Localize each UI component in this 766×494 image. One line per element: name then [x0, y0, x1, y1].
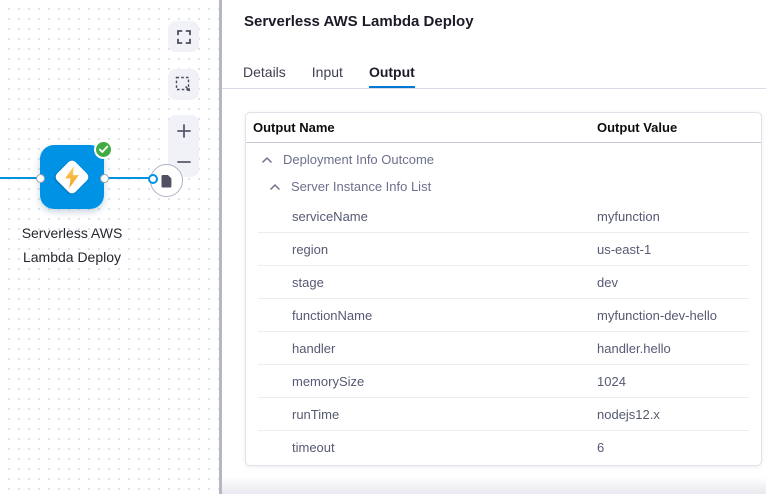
fit-to-screen-button[interactable] — [168, 21, 199, 52]
panel-tabs: Details Input Output — [243, 55, 415, 89]
tabbar-divider — [222, 88, 766, 89]
group-label: Server Instance Info List — [291, 179, 431, 194]
output-value-cell: myfunction-dev-hello — [597, 308, 717, 323]
output-name-cell: serviceName — [246, 209, 368, 224]
table-row: memorySize 1024 — [246, 365, 761, 398]
edge-add-port[interactable] — [148, 174, 158, 184]
marquee-select-icon — [175, 76, 192, 93]
output-value-cell: nodejs12.x — [597, 407, 660, 422]
node-label: Serverless AWS Lambda Deploy — [8, 221, 136, 269]
chevron-up-icon — [270, 184, 280, 190]
output-value-cell: handler.hello — [597, 341, 671, 356]
output-name-cell: functionName — [246, 308, 372, 323]
table-row: functionName myfunction-dev-hello — [246, 299, 761, 332]
output-name-cell: runTime — [246, 407, 339, 422]
zoom-in-button[interactable] — [168, 115, 199, 146]
table-row: stage dev — [246, 266, 761, 299]
step-details-panel: Serverless AWS Lambda Deploy Details Inp… — [222, 0, 766, 494]
output-value-cell: myfunction — [597, 209, 660, 224]
output-name-cell: stage — [246, 275, 324, 290]
output-value-cell: 6 — [597, 440, 604, 455]
node-port-left — [36, 174, 45, 183]
output-group-deployment-info-outcome[interactable]: Deployment Info Outcome — [246, 146, 761, 173]
table-row: runTime nodejs12.x — [246, 398, 761, 431]
output-value-cell: 1024 — [597, 374, 626, 389]
chevron-up-icon — [262, 157, 272, 163]
table-row: serviceName myfunction — [246, 200, 761, 233]
node-port-right — [100, 174, 109, 183]
output-table: Output Name Output Value Deployment Info… — [245, 112, 762, 466]
marquee-select-button[interactable] — [168, 69, 199, 100]
table-row: handler handler.hello — [246, 332, 761, 365]
column-header-output-name: Output Name — [253, 113, 335, 143]
edge-connector-in — [0, 177, 40, 179]
output-value-cell: dev — [597, 275, 618, 290]
panel-footer-fade — [222, 477, 766, 494]
panel-title: Serverless AWS Lambda Deploy — [244, 13, 474, 30]
step-node-serverless-aws-lambda-deploy[interactable] — [40, 145, 104, 209]
step-success-badge — [94, 140, 113, 159]
success-check-icon — [98, 145, 109, 154]
output-value-cell: us-east-1 — [597, 242, 651, 257]
output-name-cell: region — [246, 242, 328, 257]
table-row: region us-east-1 — [246, 233, 761, 266]
output-name-cell: handler — [246, 341, 335, 356]
output-name-cell: timeout — [246, 440, 335, 455]
tab-output[interactable]: Output — [369, 55, 415, 89]
table-row: timeout 6 — [246, 431, 761, 464]
column-header-output-value: Output Value — [597, 113, 677, 143]
tab-input[interactable]: Input — [312, 55, 343, 89]
plus-icon — [176, 123, 192, 139]
document-icon — [160, 174, 173, 188]
output-table-header: Output Name Output Value — [246, 113, 761, 143]
group-label: Deployment Info Outcome — [283, 152, 434, 167]
minus-icon — [176, 154, 192, 170]
lambda-bolt-icon — [61, 165, 83, 189]
output-group-server-instance-info-list[interactable]: Server Instance Info List — [246, 173, 761, 200]
edge-connector-out — [107, 177, 150, 179]
fullscreen-icon — [176, 29, 192, 45]
tab-details[interactable]: Details — [243, 55, 286, 89]
output-name-cell: memorySize — [246, 374, 364, 389]
pipeline-canvas[interactable]: Serverless AWS Lambda Deploy — [0, 0, 222, 494]
